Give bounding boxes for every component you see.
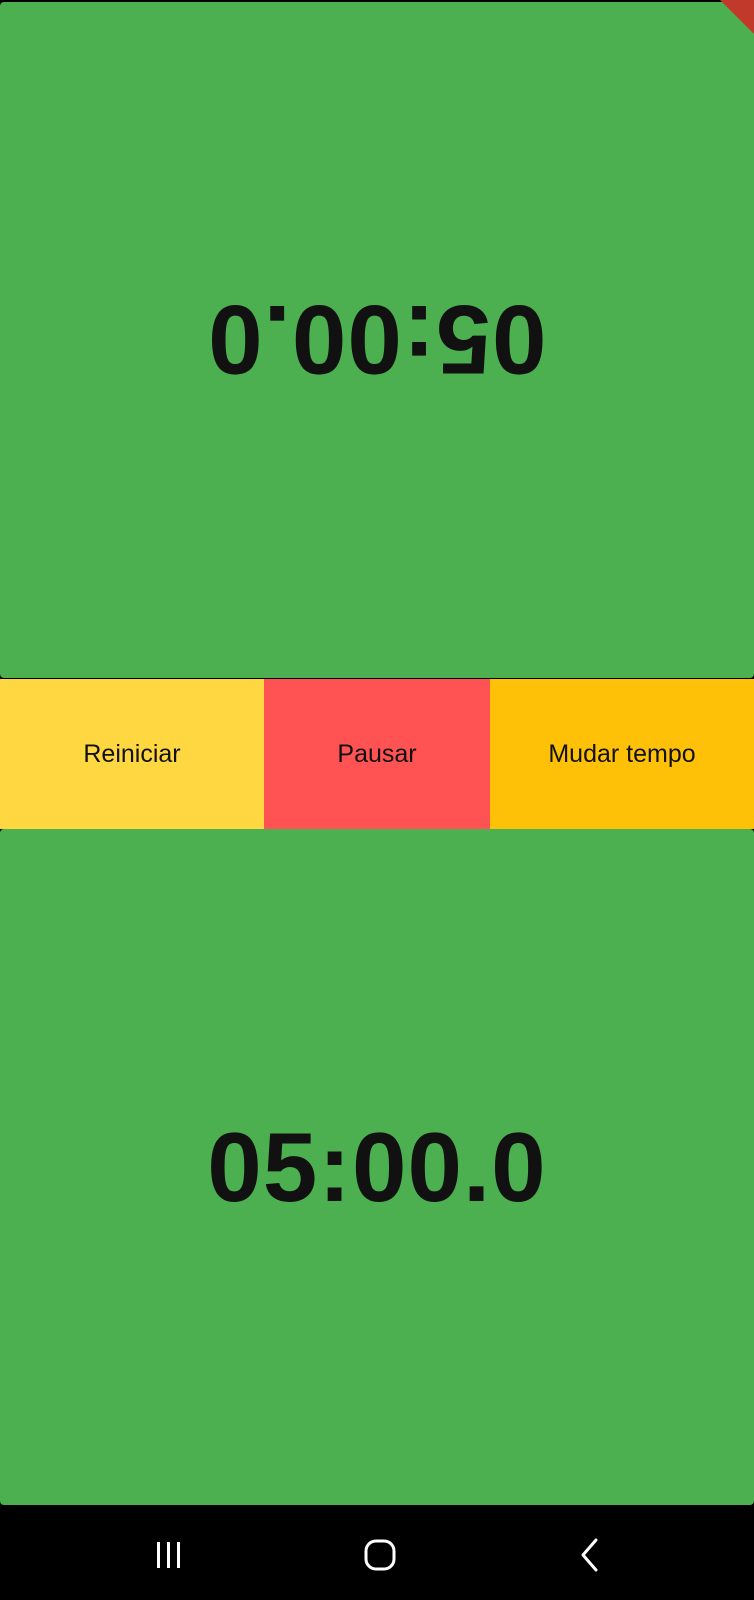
home-icon [364,1539,396,1571]
home-button[interactable] [350,1525,410,1585]
recent-apps-icon [157,1542,180,1568]
recent-apps-button[interactable] [139,1525,199,1585]
change-time-button[interactable]: Mudar tempo [490,679,754,829]
reset-button[interactable]: Reiniciar [0,679,264,829]
bottom-timer-display: 05:00.0 [207,1112,547,1222]
back-button[interactable] [560,1525,620,1585]
top-player-timer[interactable]: 05:00.0 [0,2,754,678]
pause-button-label: Pausar [337,739,417,768]
reset-button-label: Reiniciar [83,739,181,768]
change-time-button-label: Mudar tempo [548,739,696,768]
pause-button[interactable]: Pausar [264,679,490,829]
debug-corner-flag [720,0,754,34]
back-icon [581,1538,598,1572]
app-screen: 05:00.0 Reiniciar Pausar Mudar tempo 05:… [0,0,754,1600]
system-navigation-bar [0,1505,754,1600]
bottom-player-timer[interactable]: 05:00.0 [0,829,754,1505]
top-timer-display: 05:00.0 [207,285,547,395]
control-bar: Reiniciar Pausar Mudar tempo [0,679,754,829]
